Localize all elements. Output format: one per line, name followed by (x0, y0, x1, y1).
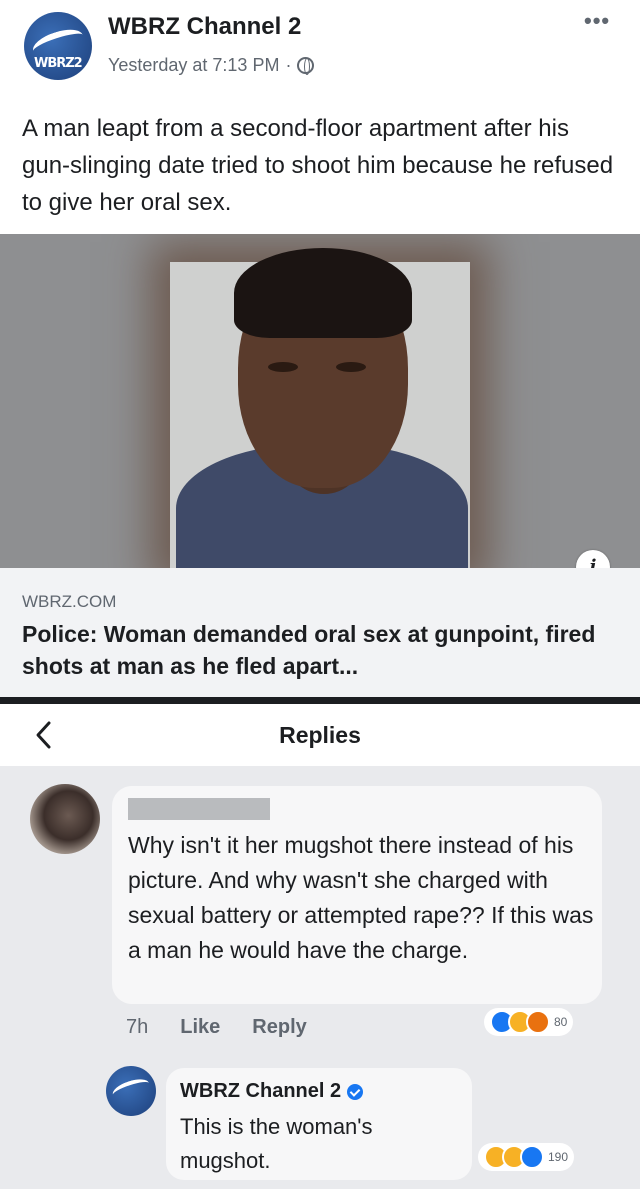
reply-avatar-wbrz-logo-icon[interactable] (106, 1066, 156, 1116)
mugshot-eye-left (268, 362, 298, 372)
like-reaction-icon (520, 1145, 544, 1169)
link-preview-image[interactable] (0, 234, 640, 568)
screenshot-divider (0, 697, 640, 704)
commenter-avatar[interactable] (30, 784, 100, 854)
like-button[interactable]: Like (180, 1016, 220, 1039)
link-domain: WBRZ.COM (22, 592, 117, 611)
post-text: A man leapt from a second-floor apartmen… (22, 115, 614, 216)
link-meta[interactable]: WBRZ.COM Police: Woman demanded oral sex… (0, 568, 640, 698)
comment-text: Why isn't it her mugshot there instead o… (128, 832, 594, 963)
comment-reactions[interactable]: 80 (484, 1008, 574, 1036)
replies-title: Replies (279, 722, 361, 748)
wbrz-logo-icon[interactable]: WBRZ2 (24, 12, 92, 80)
comment-time: 7h (126, 1016, 149, 1038)
verified-icon (347, 1083, 364, 1100)
reply-text: This is the woman's mugshot. (180, 1114, 373, 1173)
page-name[interactable]: WBRZ Channel 2 (108, 13, 301, 41)
reply-reaction-count: 190 (548, 1150, 569, 1164)
mugshot-hair (234, 248, 412, 338)
reply-button[interactable]: Reply (252, 1016, 306, 1039)
angry-reaction-icon (526, 1010, 550, 1034)
globe-icon (297, 57, 315, 75)
reply-reactions[interactable]: 190 (478, 1143, 575, 1171)
comment-reaction-count: 80 (554, 1015, 568, 1029)
post-timestamp[interactable]: Yesterday at 7:13 PM (108, 55, 279, 76)
reply-author[interactable]: WBRZ Channel 2 (180, 1080, 364, 1103)
more-icon[interactable]: ••• (584, 8, 610, 34)
meta-separator: · (285, 55, 292, 75)
mugshot-eye-right (336, 362, 366, 372)
redacted-commenter-name (128, 798, 270, 820)
comment-actions: 7h Like Reply (126, 1016, 307, 1039)
post-meta: Yesterday at 7:13 PM · (108, 55, 315, 76)
post-header: WBRZ2 WBRZ Channel 2 Yesterday at 7:13 P… (0, 0, 640, 100)
replies-header: Replies (0, 704, 640, 766)
reply-author-name: WBRZ Channel 2 (180, 1080, 342, 1102)
link-title: Police: Woman demanded oral sex at gunpo… (22, 621, 596, 679)
